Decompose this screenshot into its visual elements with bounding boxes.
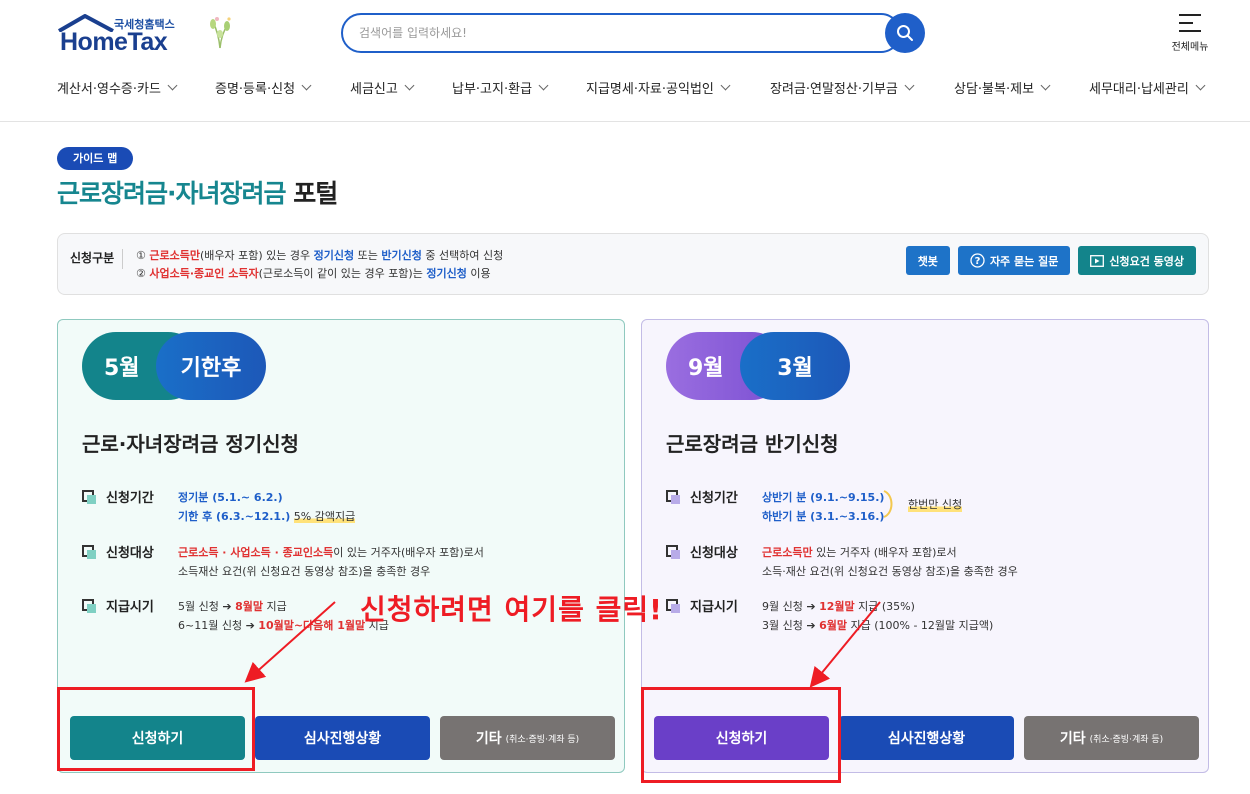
all-menu-label: 전체메뉴	[1171, 42, 1209, 53]
search-bar	[341, 13, 925, 53]
chevron-down-icon	[720, 80, 731, 91]
chevron-down-icon	[167, 80, 178, 91]
application-type-lines: ① 근로소득만(배우자 포함) 있는 경우 정기신청 또는 반기신청 중 선택하…	[136, 247, 503, 283]
chatbot-button[interactable]: 챗봇	[905, 246, 950, 275]
nav-item-statement[interactable]: 지급명세·자료·공익법인	[586, 78, 731, 97]
all-menu-button[interactable]: 전체메뉴	[1165, 12, 1215, 56]
hamburger-icon	[1179, 14, 1201, 32]
svg-text:?: ?	[975, 256, 981, 267]
chevron-down-icon	[301, 80, 312, 91]
search-button[interactable]	[885, 13, 925, 53]
apply-button[interactable]: 신청하기	[654, 716, 829, 760]
card-title: 근로·자녀장려금 정기신청	[82, 432, 299, 456]
review-status-button[interactable]: 심사진행상황	[255, 716, 430, 760]
chevron-down-icon	[404, 80, 415, 91]
checkbox-square-icon	[666, 545, 680, 559]
chevron-down-icon	[538, 80, 549, 91]
card-actions: 신청하기 심사진행상황 기타 (취소·증빙·계좌 등)	[654, 716, 1199, 760]
chevron-down-icon	[1040, 80, 1051, 91]
nav-item-certificate[interactable]: 증명·등록·신청	[215, 78, 312, 97]
faq-button[interactable]: ? 자주 묻는 질문	[957, 246, 1071, 275]
apply-button[interactable]: 신청하기	[70, 716, 245, 760]
search-icon	[897, 25, 913, 41]
other-button[interactable]: 기타 (취소·증빙·계좌 등)	[1024, 716, 1199, 760]
application-type-label: 신청구분	[70, 249, 124, 269]
nav-item-agent[interactable]: 세무대리·납세관리	[1089, 78, 1206, 97]
logo-text: HomeTax	[60, 28, 168, 56]
nav-item-tax-return[interactable]: 세금신고	[350, 78, 415, 97]
pill-after-deadline: 기한후	[156, 332, 266, 400]
info-buttons: 챗봇 ? 자주 묻는 질문 신청요건 동영상	[905, 246, 1196, 275]
main-nav: 계산서·영수증·카드 증명·등록·신청 세금신고 납부·고지·환급 지급명세·자…	[57, 78, 1217, 100]
nav-item-payment[interactable]: 납부·고지·환급	[452, 78, 549, 97]
plant-icon	[210, 17, 231, 49]
bracket-curve-icon	[883, 490, 893, 518]
review-status-button[interactable]: 심사진행상황	[839, 716, 1014, 760]
application-type-line-1: ① 근로소득만(배우자 포함) 있는 경우 정기신청 또는 반기신청 중 선택하…	[136, 249, 504, 262]
application-type-box: 신청구분 ① 근로소득만(배우자 포함) 있는 경우 정기신청 또는 반기신청 …	[57, 233, 1209, 295]
regular-application-card: 5월 기한후 근로·자녀장려금 정기신청 신청기간 정기분 (5.1.~ 6.2…	[57, 319, 625, 773]
search-input[interactable]	[341, 13, 901, 53]
once-only-note: 한번만 신청	[908, 496, 963, 512]
page-title: 근로장려금·자녀장려금 포털	[57, 174, 338, 210]
page-title-suffix: 포털	[293, 179, 338, 208]
checkbox-square-icon	[666, 599, 680, 613]
nav-item-consult[interactable]: 상담·불복·제보	[954, 78, 1051, 97]
other-button[interactable]: 기타 (취소·증빙·계좌 등)	[440, 716, 615, 760]
half-year-application-card: 9월 3월 근로장려금 반기신청 신청기간 상반기 분 (9.1.~9.15.)…	[641, 319, 1209, 773]
nav-item-incentive[interactable]: 장려금·연말정산·기부금	[770, 78, 915, 97]
chevron-down-icon	[904, 80, 915, 91]
site-header: 국세청홈택스 HomeTax 전체메뉴 계산서·영수증·카드	[0, 0, 1250, 122]
checkbox-square-icon	[82, 599, 96, 613]
guide-map-badge: 가이드 맵	[57, 147, 134, 170]
video-button[interactable]: 신청요건 동영상	[1078, 246, 1196, 275]
card-actions: 신청하기 심사진행상황 기타 (취소·증빙·계좌 등)	[70, 716, 615, 760]
checkbox-square-icon	[82, 490, 96, 504]
question-circle-icon: ?	[970, 253, 985, 268]
chevron-down-icon	[1195, 80, 1206, 91]
card-title: 근로장려금 반기신청	[666, 432, 839, 456]
pill-march: 3월	[740, 332, 850, 400]
nav-item-invoice[interactable]: 계산서·영수증·카드	[57, 78, 178, 97]
checkbox-square-icon	[82, 545, 96, 559]
checkbox-square-icon	[666, 490, 680, 504]
hometax-logo[interactable]: 국세청홈택스 HomeTax	[57, 14, 232, 56]
play-video-icon	[1090, 254, 1105, 267]
application-type-line-2: ② 사업소득·종교인 소득자(근로소득이 같이 있는 경우 포함)는 정기신청 …	[136, 267, 491, 280]
page-title-main: 근로장려금·자녀장려금	[57, 179, 286, 208]
